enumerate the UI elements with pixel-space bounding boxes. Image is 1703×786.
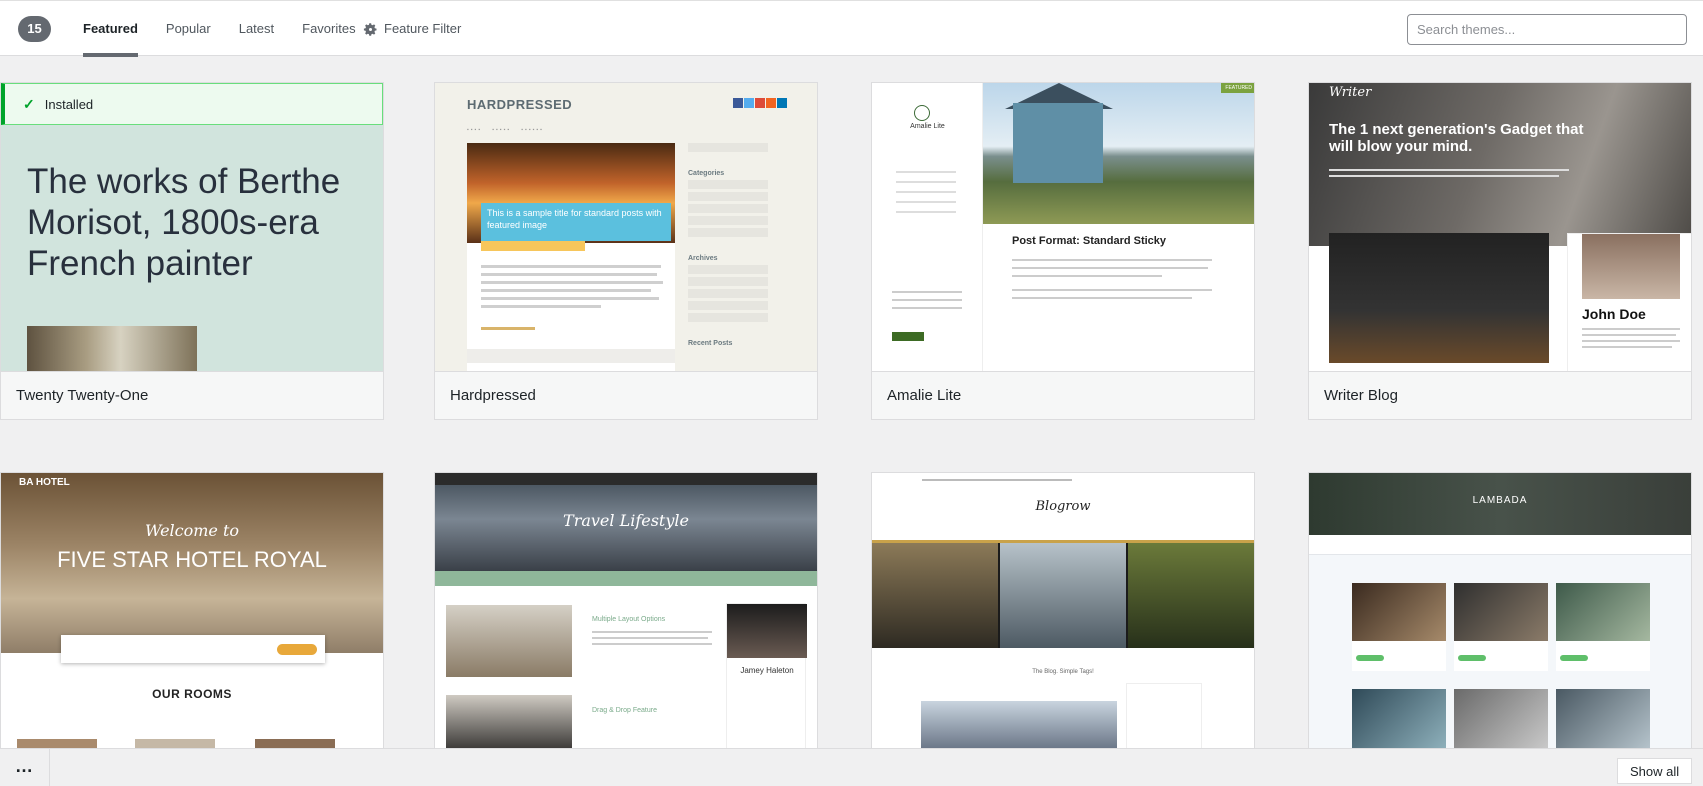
preview-hero-image — [1309, 83, 1691, 246]
preview-image — [27, 326, 197, 372]
preview-post-title: Drag & Drop Feature — [592, 707, 657, 714]
author-photo — [1582, 234, 1680, 299]
preview-logo: Amalie Lite — [910, 123, 945, 130]
search-themes-input[interactable] — [1407, 14, 1687, 45]
bottom-bar: … Show all — [0, 748, 1703, 786]
preview-product — [1556, 583, 1650, 671]
preview-author-card: John Doe — [1567, 233, 1691, 372]
preview-booking-bar — [61, 635, 325, 663]
theme-screenshot: Blogrow The Blog. Simple Tags! — [872, 473, 1254, 748]
tab-featured[interactable]: Featured — [83, 1, 138, 57]
twitter-icon — [744, 98, 754, 108]
google-plus-icon — [755, 98, 765, 108]
author-name: John Doe — [1582, 306, 1646, 322]
theme-name: Writer Blog — [1309, 371, 1691, 419]
preview-logo: HARDPRESSED — [467, 97, 573, 112]
theme-card-travel-lifestyle[interactable]: Travel Lifestyle Multiple Layout Options… — [434, 472, 818, 748]
author-name: Jamey Haleton — [740, 666, 794, 675]
preview-post-title: Post Format: Standard Sticky — [1012, 235, 1167, 247]
theme-card-writer-blog[interactable]: Writer The 1 next generation's Gadget th… — [1308, 82, 1692, 420]
preview-author-card: Jamey Haleton — [726, 603, 807, 748]
preview-post: This is a sample title for standard post… — [467, 143, 675, 372]
preview-logo: BA HOTEL — [19, 477, 70, 488]
preview-subtitle: The Blog. Simple Tags! — [1032, 669, 1094, 675]
tab-latest[interactable]: Latest — [239, 1, 274, 57]
preview-nav — [435, 571, 817, 586]
preview-welcome: Welcome to — [144, 521, 240, 540]
preview-sidebar: Amalie Lite — [872, 83, 983, 372]
theme-name: Hardpressed — [435, 371, 817, 419]
author-photo — [727, 604, 807, 658]
tab-popular[interactable]: Popular — [166, 1, 211, 57]
preview-subscribe-button — [892, 332, 924, 341]
preview-hero-image: FEATURED — [983, 83, 1254, 224]
preview-section-title: OUR ROOMS — [152, 687, 232, 701]
facebook-icon — [733, 98, 743, 108]
preview-post-image — [446, 695, 572, 748]
installed-notice: ✓ Installed — [1, 83, 383, 125]
preview-nav — [1309, 535, 1691, 555]
preview-logo: LAMBADA — [1472, 495, 1528, 506]
theme-screenshot: LAMBADA — [1309, 473, 1691, 748]
preview-topbar — [435, 473, 817, 485]
feature-filter-button[interactable]: Feature Filter — [363, 1, 461, 57]
theme-name: Amalie Lite — [872, 371, 1254, 419]
theme-card-amalie-lite[interactable]: Amalie Lite FEATURED Post Format: Standa… — [871, 82, 1255, 420]
tab-favorites[interactable]: Favorites — [302, 1, 355, 57]
theme-screenshot: Writer The 1 next generation's Gadget th… — [1309, 83, 1691, 372]
gear-icon — [363, 22, 377, 36]
theme-screenshot: BA HOTEL Welcome to FIVE STAR HOTEL ROYA… — [1, 473, 383, 748]
theme-card-ba-hotel[interactable]: BA HOTEL Welcome to FIVE STAR HOTEL ROYA… — [0, 472, 384, 748]
preview-product — [1454, 583, 1548, 671]
theme-card-lambada[interactable]: LAMBADA — [1308, 472, 1692, 748]
sidebar-heading-recent-posts: Recent Posts — [688, 340, 733, 347]
theme-card-hardpressed[interactable]: HARDPRESSED ▪▪▪▪ ▪▪▪▪▪ ▪▪▪▪▪▪ This is a … — [434, 82, 818, 420]
theme-screenshot: HARDPRESSED ▪▪▪▪ ▪▪▪▪▪ ▪▪▪▪▪▪ This is a … — [435, 83, 817, 372]
installed-label: Installed — [44, 96, 94, 112]
preview-headline: The 1 next generation's Gadget that will… — [1329, 121, 1584, 155]
checkmark-icon: ✓ — [23, 95, 35, 112]
preview-logo: Writer — [1329, 85, 1372, 100]
preview-nav: ▪▪▪▪ ▪▪▪▪▪ ▪▪▪▪▪▪ — [467, 127, 544, 133]
theme-filter-bar: 15 Featured Popular Latest Favorites Fea… — [0, 0, 1703, 57]
theme-count-badge: 15 — [18, 16, 51, 42]
preview-caption: This is a sample title for standard post… — [481, 203, 671, 241]
theme-card-blogrow[interactable]: Blogrow The Blog. Simple Tags! — [871, 472, 1255, 748]
theme-screenshot: Amalie Lite FEATURED Post Format: Standa… — [872, 83, 1254, 372]
linkedin-icon — [777, 98, 787, 108]
preview-post-image — [921, 701, 1117, 748]
preview-product — [1352, 583, 1446, 671]
show-all-button[interactable]: Show all — [1617, 758, 1693, 784]
preview-date-bar — [481, 241, 585, 251]
preview-post-title: Multiple Layout Options — [592, 616, 666, 623]
preview-title: FIVE STAR HOTEL ROYAL — [57, 547, 327, 572]
preview-title: The works of Berthe Morisot, 1800s-era F… — [27, 162, 341, 283]
preview-sidebar: Categories Archives Recent Posts — [688, 143, 768, 347]
preview-logo: Blogrow — [1035, 499, 1091, 514]
theme-screenshot: Travel Lifestyle Multiple Layout Options… — [435, 473, 817, 748]
preview-desk-image — [1329, 233, 1549, 363]
preview-post-image — [446, 605, 572, 677]
theme-screenshot: ✓ Installed The works of Berthe Morisot,… — [1, 83, 383, 372]
theme-card-twenty-twenty-one[interactable]: ✓ Installed The works of Berthe Morisot,… — [0, 82, 384, 420]
rss-icon — [766, 98, 776, 108]
theme-tabs: Featured Popular Latest Favorites — [83, 1, 384, 57]
more-options-button[interactable]: … — [0, 749, 50, 786]
theme-name: Twenty Twenty-One — [1, 371, 383, 419]
sidebar-heading-archives: Archives — [688, 255, 718, 262]
preview-logo: Travel Lifestyle — [563, 511, 689, 530]
feature-filter-label: Feature Filter — [384, 21, 462, 36]
featured-badge: FEATURED — [1221, 83, 1254, 93]
preview-sidebar — [1126, 683, 1202, 748]
sidebar-heading-categories: Categories — [688, 170, 725, 177]
leaf-logo-icon — [914, 105, 930, 121]
preview-featured-grid — [872, 543, 1254, 648]
